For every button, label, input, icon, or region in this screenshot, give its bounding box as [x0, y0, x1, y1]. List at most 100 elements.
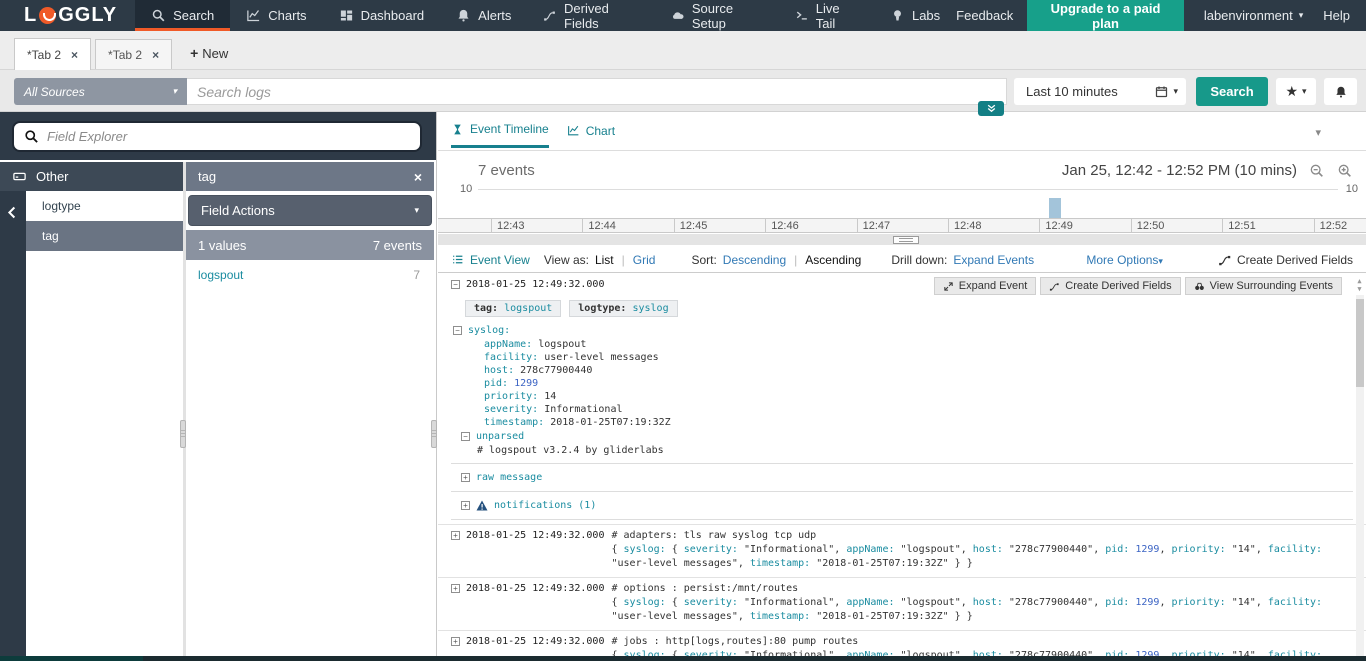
close-icon[interactable]: ×: [414, 169, 422, 185]
splitter-grip[interactable]: [180, 420, 186, 448]
source-selector[interactable]: All Sources ▾: [14, 78, 187, 105]
new-tab-button[interactable]: +New: [176, 45, 242, 69]
field-value-row[interactable]: logspout7: [186, 260, 434, 290]
expand-icon[interactable]: +: [461, 501, 470, 510]
view-as-grid[interactable]: Grid: [633, 253, 656, 267]
event-view-label: Event View: [470, 253, 530, 267]
axis-tick: 12:47: [857, 219, 891, 232]
event-row[interactable]: +2018-01-25 12:49:32.000# adapters: tls …: [438, 524, 1366, 577]
close-icon[interactable]: ×: [71, 48, 78, 62]
new-tab-label: New: [202, 46, 228, 61]
value-name[interactable]: logspout: [198, 268, 243, 282]
collapsed-event-rows: +2018-01-25 12:49:32.000# adapters: tls …: [438, 524, 1366, 661]
field-list: logtypetag: [26, 191, 183, 251]
alerts-bell-button[interactable]: [1324, 78, 1357, 105]
loggly-logo[interactable]: L GGLY: [0, 0, 135, 31]
sort-ascending[interactable]: Ascending: [805, 253, 861, 267]
scroll-down-arrow[interactable]: ▼: [1354, 285, 1365, 293]
source-selector-label: All Sources: [24, 85, 85, 99]
expand-events-link[interactable]: Expand Events: [953, 253, 1034, 267]
field-explorer-input[interactable]: [47, 129, 410, 144]
hscroll-thumb[interactable]: [893, 236, 919, 244]
nav-item-alerts[interactable]: Alerts: [440, 0, 527, 31]
axis-tick: 12:48: [948, 219, 982, 232]
tab-event-timeline[interactable]: Event Timeline: [451, 122, 549, 148]
create-derived-fields-button[interactable]: Create Derived Fields: [1218, 253, 1353, 267]
saved-searches-button[interactable]: ★ ▾: [1276, 78, 1316, 105]
view-surrounding-events-button[interactable]: View Surrounding Events: [1185, 277, 1342, 295]
nav-item-dashboard[interactable]: Dashboard: [323, 0, 441, 31]
scrollbar-track[interactable]: [1356, 295, 1364, 661]
scroll-up-arrow[interactable]: ▲: [1354, 277, 1365, 285]
account-menu[interactable]: labenvironment ▾: [1198, 8, 1303, 23]
event-view-button[interactable]: Event View: [451, 253, 530, 267]
scrollbar-thumb[interactable]: [1356, 299, 1364, 387]
bottom-edge-segment: [0, 656, 143, 661]
nav-item-labs[interactable]: Labs: [874, 0, 956, 31]
unparsed-value: # logspout v3.2.4 by gliderlabs: [451, 444, 1353, 457]
expand-event-button[interactable]: Expand Event: [934, 277, 1037, 295]
field-actions-dropdown[interactable]: Field Actions ▾: [188, 195, 432, 226]
zoom-out-icon[interactable]: [1309, 163, 1325, 179]
sort-descending[interactable]: Descending: [723, 253, 786, 267]
timeline-bar[interactable]: [1049, 198, 1061, 218]
expand-icon[interactable]: +: [451, 637, 460, 646]
logo-text-right: GGLY: [58, 4, 117, 27]
notifications-row[interactable]: + notifications (1): [451, 498, 1353, 513]
tab-1[interactable]: *Tab 2 ×: [14, 38, 91, 70]
derived-icon: [543, 8, 557, 23]
feedback-link[interactable]: Feedback: [956, 8, 1013, 23]
syslog-field: facility: user-level messages: [451, 351, 1353, 364]
warning-icon: [476, 500, 488, 511]
expand-icon[interactable]: +: [451, 531, 460, 540]
sidebar-collapse-rail: [0, 191, 26, 656]
tag-chip[interactable]: tag: logspout: [465, 300, 561, 317]
field-item-logtype[interactable]: logtype: [26, 191, 183, 221]
search-button[interactable]: Search: [1196, 77, 1268, 106]
divider: [438, 150, 1366, 151]
collapse-icon[interactable]: −: [461, 432, 470, 441]
collapse-search-badge[interactable]: [978, 101, 1004, 116]
field-group-other[interactable]: Other: [0, 162, 183, 191]
close-icon[interactable]: ×: [152, 48, 159, 62]
create-derived-fields-button[interactable]: Create Derived Fields: [1040, 277, 1180, 295]
nav-item-source-setup[interactable]: Source Setup: [655, 0, 779, 31]
event-list: − 2018-01-25 12:49:32.000 Expand EventCr…: [438, 273, 1366, 661]
field-explorer-search[interactable]: [12, 121, 422, 152]
unparsed-group: − unparsed: [451, 429, 1353, 444]
nav-item-derived-fields[interactable]: Derived Fields: [527, 0, 655, 31]
event-actions: Expand EventCreate Derived Fields View Su…: [934, 277, 1342, 295]
view-as-list[interactable]: List: [595, 253, 614, 267]
field-value-list: logspout7: [186, 260, 434, 290]
time-range-selector[interactable]: Last 10 minutes ▾: [1014, 78, 1186, 105]
event-body: # adapters: tls raw syslog tcp udp{ sysl…: [611, 529, 1353, 571]
view-as-label: View as:: [544, 253, 589, 267]
help-menu[interactable]: ? Help: [1317, 8, 1350, 23]
tab-bar: *Tab 2×*Tab 2×+New: [0, 31, 1366, 70]
tab-chart[interactable]: Chart: [567, 124, 615, 147]
tab-label: *Tab 2: [27, 48, 61, 62]
nav-item-charts[interactable]: Charts: [230, 0, 322, 31]
event-row[interactable]: +2018-01-25 12:49:32.000# options : pers…: [438, 577, 1366, 630]
expand-icon[interactable]: +: [451, 584, 460, 593]
tag-chip[interactable]: logtype: syslog: [569, 300, 677, 317]
field-key: facility:: [484, 352, 544, 363]
collapse-icon[interactable]: −: [453, 326, 462, 335]
tab-2[interactable]: *Tab 2×: [95, 39, 172, 69]
field-item-tag[interactable]: tag: [26, 221, 183, 251]
raw-message-row[interactable]: + raw message: [451, 470, 1353, 485]
chevron-left-icon[interactable]: [5, 205, 20, 220]
nav-item-label: Derived Fields: [564, 1, 639, 31]
more-options-link[interactable]: More Options▾: [1086, 253, 1163, 267]
bottom-edge-bar: [0, 656, 1366, 661]
collapse-icon[interactable]: −: [451, 280, 460, 289]
nav-item-label: Search: [173, 8, 214, 23]
search-input[interactable]: [187, 78, 1007, 105]
splitter-grip[interactable]: [431, 420, 437, 448]
nav-item-search[interactable]: Search: [135, 0, 230, 31]
chevron-down-icon: ▾: [414, 205, 419, 216]
nav-item-live-tail[interactable]: Live Tail: [779, 0, 874, 31]
expand-icon[interactable]: +: [461, 473, 470, 482]
chevron-down-icon[interactable]: ▾: [1315, 126, 1321, 139]
zoom-in-icon[interactable]: [1337, 163, 1353, 179]
